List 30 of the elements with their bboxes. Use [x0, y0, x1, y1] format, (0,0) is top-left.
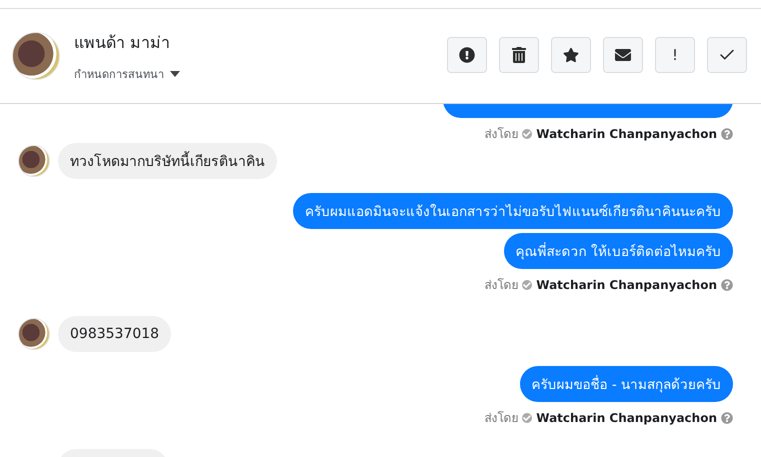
star-icon [563, 47, 579, 63]
mail-button[interactable] [603, 37, 643, 73]
trash-button[interactable] [499, 37, 539, 73]
sender-name[interactable]: Watcharin Chanpanyachon [536, 278, 717, 292]
alert-button[interactable] [447, 37, 487, 73]
sent-by-label: ส่งโดย [484, 126, 518, 143]
avatar [18, 145, 50, 177]
envelope-icon [615, 47, 631, 63]
message-bubble: คุณพี่สะดวก ให้เบอร์ติดต่อไหมครับ [504, 233, 733, 269]
sender-name[interactable]: Watcharin Chanpanyachon [536, 126, 717, 140]
contact-name: แพนด้า มาม่า [74, 32, 172, 54]
sender-name[interactable]: Watcharin Chanpanyachon [536, 410, 717, 424]
help-icon[interactable] [721, 412, 733, 424]
help-icon[interactable] [721, 278, 733, 290]
check-button[interactable] [707, 37, 747, 73]
conversation-settings-label[interactable]: กำหนดการสนทนา [74, 64, 164, 82]
message-bubble: ทวงโหดมากบริษัทนี้เกียรตินาคิน [58, 143, 277, 179]
star-button[interactable] [551, 37, 591, 73]
mark-button[interactable]: ! [655, 37, 695, 73]
trash-icon [511, 47, 527, 63]
caret-icon[interactable] [170, 70, 180, 76]
help-icon[interactable] [721, 128, 733, 140]
avatar [18, 318, 50, 350]
message-bubble: ครับผมขอชื่อ - นามสกุลด้วยครับ [520, 366, 733, 402]
sent-by-label: ส่งโดย [484, 277, 518, 294]
profile-avatar [12, 32, 60, 80]
alert-icon [459, 47, 475, 63]
message-bubble: 0983537018 [58, 316, 172, 352]
sent-by-label: ส่งโดย [484, 410, 518, 427]
message-bubble: ครับผมแอดมินจะแจ้งในเอกสารว่าไม่ขอรับไฟแนนซ์เกียรตินาคินนะครับ [293, 193, 733, 229]
